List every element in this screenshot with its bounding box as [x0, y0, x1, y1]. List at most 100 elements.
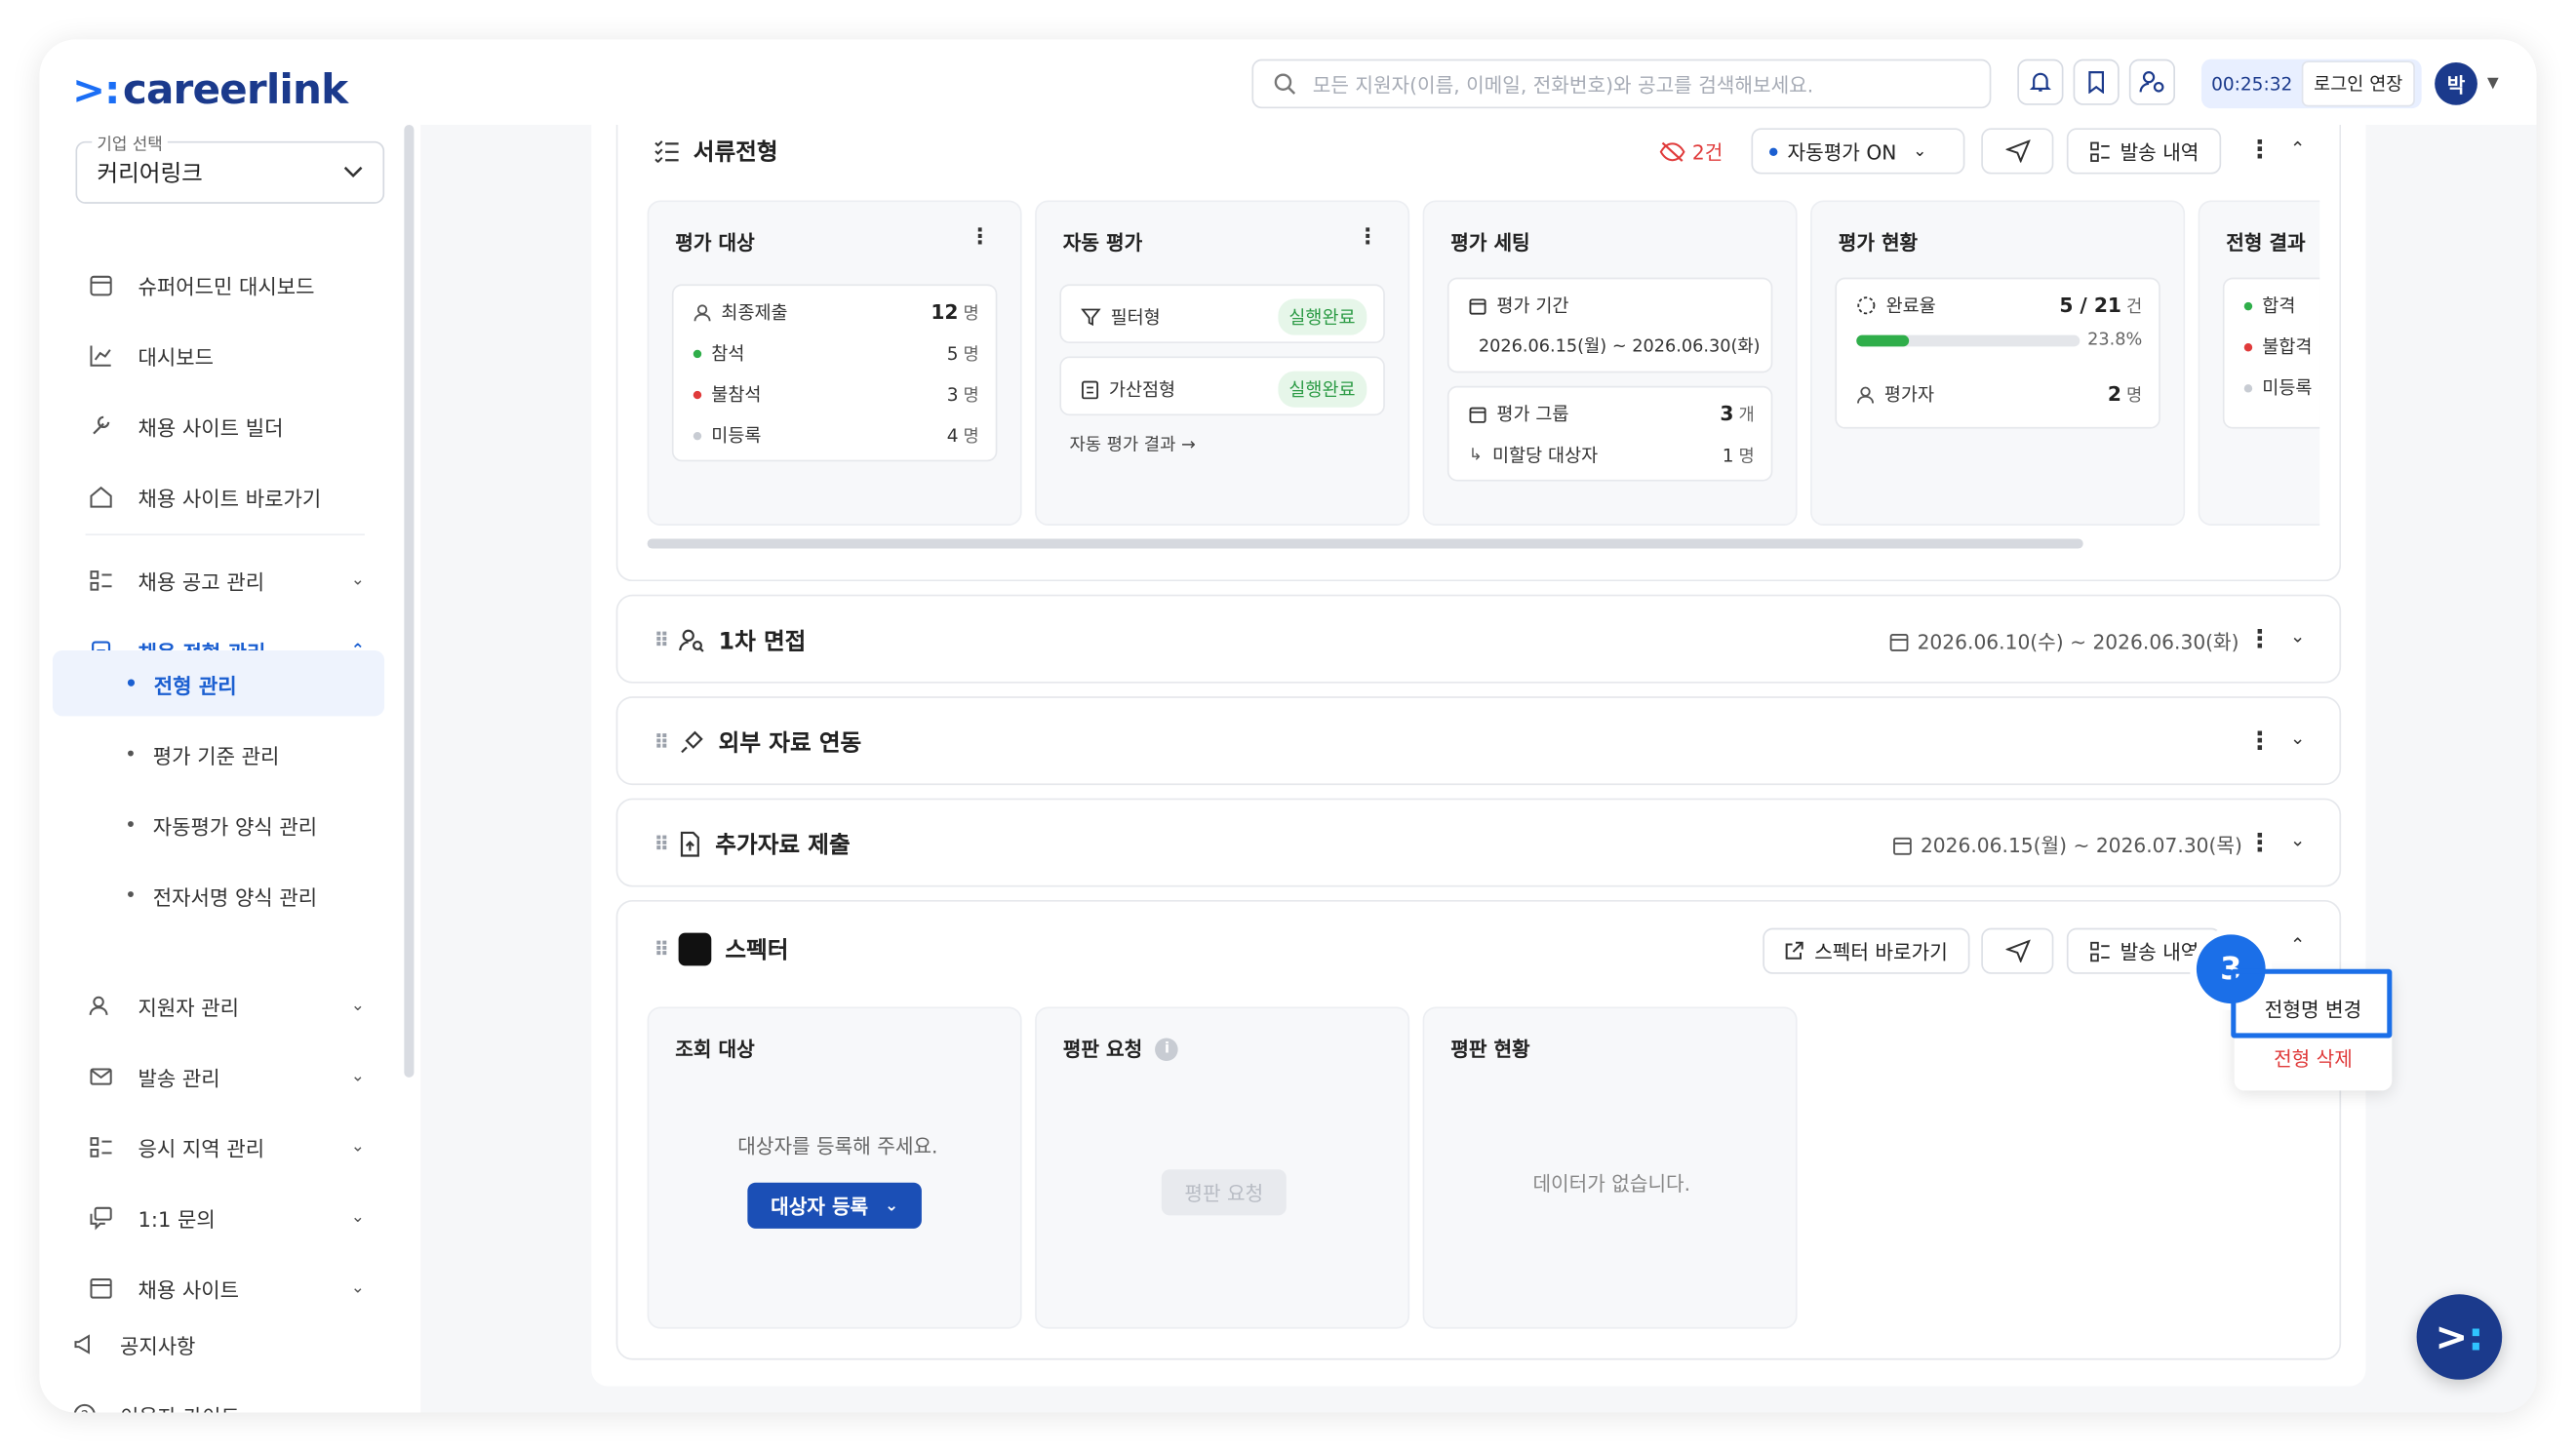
- doc-collapse-chevron-up-icon[interactable]: ⌃: [2290, 137, 2306, 159]
- doc-more-icon[interactable]: ⋮: [2247, 135, 2272, 164]
- checklist-icon: [654, 140, 679, 163]
- auto-filter-box[interactable]: 필터형 실행완료: [1059, 284, 1385, 344]
- sidebar-item-site-shortcut[interactable]: 채용 사이트 바로가기: [86, 471, 365, 521]
- search-icon: [1274, 73, 1296, 95]
- panel-title: 자동 평가: [1062, 231, 1143, 255]
- extend-login-button[interactable]: 로그인 연장: [2302, 60, 2415, 107]
- group-box[interactable]: 평가 그룹 3개 ↳ 미할당 대상자 1명: [1447, 385, 1773, 482]
- stage-dates: 2026.06.10(수) ~ 2026.06.30(화): [1917, 630, 2239, 654]
- sidebar-item-applicants[interactable]: 지원자 관리 ⌄: [86, 981, 365, 1031]
- bell-icon: [2029, 72, 2051, 92]
- send-icon: [2004, 139, 2030, 163]
- row-label: 가산점형: [1108, 379, 1176, 401]
- spectre-send-button[interactable]: [1981, 927, 2054, 974]
- stage-expand-chevron-down-icon[interactable]: ⌄: [2290, 727, 2306, 749]
- row-label: 필터형: [1110, 306, 1161, 329]
- interview-stage-card[interactable]: ⠿ 1차 면접 2026.06.10(수) ~ 2026.06.30(화) ⋮ …: [615, 594, 2342, 684]
- panel-more-icon[interactable]: ⋮: [970, 225, 991, 250]
- sidebar-sub-auto-eval[interactable]: 자동평가 양식 관리: [125, 808, 317, 842]
- panels-horizontal-scrollbar[interactable]: [647, 538, 2083, 549]
- status-box[interactable]: 완료율 5 / 21 건 23.8% 평가자 2명: [1835, 277, 2160, 429]
- sidebar-item-site-builder[interactable]: 채용 사이트 빌더: [86, 401, 365, 451]
- doc-history-button[interactable]: 발송 내역: [2066, 128, 2222, 175]
- doc-stage-card: 서류전형 2건 자동평가 ON ⌄ 발송 내역 ⋮ ⌃ 평가 대상 ⋮ 최종제출: [615, 125, 2342, 582]
- panel-more-icon[interactable]: ⋮: [1357, 225, 1378, 250]
- panel-auto-eval: 자동 평가 ⋮ 필터형 실행완료 가산점형 실행완료 자동 평가 결과 →: [1035, 200, 1410, 526]
- period-box[interactable]: 평가 기간 2026.06.15(월) ~ 2026.06.30(화): [1447, 277, 1773, 373]
- logo-text: careerlink: [122, 65, 348, 114]
- sidebar-sub-esign[interactable]: 전자서명 양식 관리: [125, 879, 317, 912]
- panel-eval-status: 평가 현황 완료율 5 / 21 건 23.8% 평가자 2명: [1810, 200, 2186, 526]
- notification-button[interactable]: [2017, 59, 2064, 105]
- calendar-icon: [1889, 633, 1909, 651]
- row-unit: 명: [2126, 384, 2143, 406]
- guide-link[interactable]: ? 이용자 가이드: [72, 1396, 240, 1413]
- send-button[interactable]: [1981, 128, 2054, 175]
- logo[interactable]: >: careerlink: [72, 65, 348, 114]
- drag-handle-icon[interactable]: ⠿: [654, 833, 669, 856]
- sidebar-item-label: 채용 사이트: [138, 1276, 240, 1302]
- bookmark-button[interactable]: [2073, 59, 2120, 105]
- drag-handle-icon[interactable]: ⠿: [654, 629, 669, 652]
- menu-item-delete[interactable]: 전형 삭제: [2235, 1044, 2393, 1073]
- drag-handle-icon[interactable]: ⠿: [654, 938, 669, 961]
- assistant-fab-button[interactable]: >:: [2416, 1294, 2503, 1380]
- avatar[interactable]: 박: [2435, 62, 2477, 105]
- row-period-label: 평가 기간: [1469, 293, 1755, 319]
- sidebar-item-job-posts[interactable]: 채용 공고 관리 ⌄: [86, 555, 365, 605]
- sidebar-item-label: 지원자 관리: [138, 994, 240, 1020]
- sidebar-scrollbar[interactable]: [404, 125, 415, 1078]
- hidden-count[interactable]: 2건: [1659, 137, 1723, 166]
- stage-more-icon[interactable]: ⋮: [2247, 828, 2272, 857]
- row-label: 미할당 대상자: [1492, 445, 1599, 467]
- panel-lookup-target: 조회 대상 대상자를 등록해 주세요. 대상자 등록 ⌄: [647, 1006, 1022, 1329]
- sidebar-item-inquiry[interactable]: 1:1 문의 ⌄: [86, 1193, 365, 1242]
- company-select-value: 커리어링크: [97, 161, 203, 188]
- spectre-goto-button[interactable]: 스펙터 바로가기: [1763, 927, 1970, 974]
- sidebar-item-dispatch[interactable]: 발송 관리 ⌄: [86, 1051, 365, 1101]
- sidebar-item-regions[interactable]: 응시 지역 관리 ⌄: [86, 1121, 365, 1171]
- stage-more-icon[interactable]: ⋮: [2247, 726, 2272, 755]
- row-value: 3: [946, 383, 959, 406]
- stage-expand-chevron-down-icon[interactable]: ⌄: [2290, 830, 2306, 851]
- stage-dates: 2026.06.15(월) ~ 2026.07.30(목): [1920, 834, 2242, 858]
- sidebar-item-dashboard[interactable]: 대시보드: [86, 331, 365, 380]
- result-box[interactable]: 합격 불합격 미등록: [2222, 277, 2320, 429]
- stage-more-icon[interactable]: ⋮: [2247, 624, 2272, 653]
- avatar-caret-icon[interactable]: ▼: [2487, 75, 2499, 92]
- sidebar-sub-process[interactable]: 전형 관리: [125, 667, 237, 700]
- auto-eval-result-link[interactable]: 자동 평가 결과 →: [1069, 432, 1195, 456]
- drag-handle-icon[interactable]: ⠿: [654, 731, 669, 755]
- notice-label: 공지사항: [119, 1332, 196, 1358]
- stage-expand-chevron-down-icon[interactable]: ⌄: [2290, 626, 2306, 648]
- notice-link[interactable]: 공지사항: [72, 1325, 195, 1361]
- row-unit: 건: [2126, 296, 2143, 317]
- auto-eval-toggle[interactable]: 자동평가 ON ⌄: [1751, 128, 1965, 175]
- sidebar-item-label: 채용 공고 관리: [138, 569, 265, 594]
- auto-score-box[interactable]: 가산점형 실행완료: [1059, 356, 1385, 416]
- sidebar-item-careers-site[interactable]: 채용 사이트 ⌄: [86, 1263, 365, 1313]
- chevron-down-icon: ⌄: [350, 1207, 365, 1227]
- stage-title: 스펙터: [725, 937, 789, 964]
- row-final-submit: 최종제출 12 명: [694, 299, 979, 326]
- row-value: 1: [1722, 444, 1734, 466]
- spectre-history-label: 발송 내역: [2120, 940, 2200, 963]
- home-link-icon: [86, 481, 115, 510]
- send-icon: [2004, 939, 2030, 962]
- reputation-request-button[interactable]: 평판 요청: [1161, 1169, 1287, 1216]
- external-stage-header: ⠿ 외부 자료 연동: [654, 726, 861, 759]
- row-unassigned: ↳ 미할당 대상자 1명: [1469, 442, 1755, 468]
- extra-docs-stage-card[interactable]: ⠿ 추가자료 제출 2026.06.15(월) ~ 2026.07.30(목) …: [615, 798, 2342, 887]
- external-stage-card[interactable]: ⠿ 외부 자료 연동 ⋮ ⌄: [615, 696, 2342, 786]
- info-icon[interactable]: i: [1155, 1037, 1179, 1061]
- register-target-button[interactable]: 대상자 등록 ⌄: [747, 1182, 922, 1229]
- row-result-unregistered: 미등록: [2243, 374, 2319, 401]
- chevron-down-icon: ⌄: [350, 1066, 365, 1085]
- sidebar-item-superadmin[interactable]: 슈퍼어드민 대시보드: [86, 259, 365, 309]
- user-settings-button[interactable]: [2128, 59, 2176, 105]
- global-search[interactable]: 모든 지원자(이름, 이메일, 전화번호)와 공고를 검색해보세요.: [1251, 59, 1992, 109]
- sidebar-sub-criteria[interactable]: 평가 기준 관리: [125, 737, 280, 770]
- search-input[interactable]: 모든 지원자(이름, 이메일, 전화번호)와 공고를 검색해보세요.: [1313, 70, 1813, 98]
- spectre-collapse-chevron-up-icon[interactable]: ⌃: [2290, 934, 2306, 956]
- sidebar-item-label: 발송 관리: [138, 1065, 220, 1090]
